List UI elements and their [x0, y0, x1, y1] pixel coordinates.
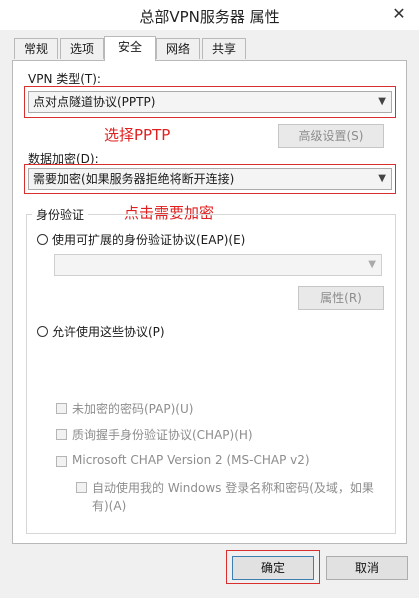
auto-windows-login-checkbox[interactable] [76, 482, 87, 493]
advanced-settings-button[interactable]: 高级设置(S) [278, 124, 384, 148]
tab-label: 网络 [165, 42, 190, 56]
eap-radio-label: 使用可扩展的身份验证协议(EAP)(E) [52, 233, 246, 247]
annotation-select-pptp: 选择PPTP [104, 126, 171, 144]
pap-checkbox[interactable] [56, 403, 67, 414]
window-title: 总部VPN服务器 属性 [139, 8, 280, 26]
tab-label: 选项 [69, 42, 94, 56]
vpn-type-value: 点对点隧道协议(PPTP) [33, 95, 156, 109]
ok-button[interactable]: 确定 [232, 556, 314, 580]
allow-protocols-radio[interactable] [37, 326, 48, 337]
authentication-group-label: 身份验证 [32, 206, 89, 223]
mschap-checkbox[interactable] [56, 456, 67, 467]
tab-networking[interactable]: 网络 [156, 38, 200, 59]
vpn-type-label: VPN 类型(T): [28, 72, 101, 86]
encryption-value: 需要加密(如果服务器拒绝将断开连接) [33, 172, 235, 186]
chevron-down-icon: ▼ [378, 96, 386, 107]
chevron-down-icon: ▼ [378, 173, 386, 184]
tab-label: 共享 [211, 42, 236, 56]
eap-radio[interactable] [37, 234, 48, 245]
encryption-select[interactable]: 需要加密(如果服务器拒绝将断开连接) ▼ [28, 168, 392, 190]
vpn-type-select[interactable]: 点对点隧道协议(PPTP) ▼ [28, 91, 392, 113]
properties-button[interactable]: 属性(R) [298, 286, 384, 310]
close-icon[interactable]: ✕ [389, 4, 409, 24]
chevron-down-icon: ▼ [368, 259, 376, 270]
tab-label: 常规 [23, 42, 48, 56]
eap-select[interactable]: ▼ [54, 254, 382, 276]
tab-sharing[interactable]: 共享 [202, 38, 246, 59]
allow-protocols-label: 允许使用这些协议(P) [52, 325, 165, 339]
auto-windows-login-label-line2: 有)(A) [92, 499, 127, 513]
tab-label: 安全 [117, 40, 142, 54]
tab-security[interactable]: 安全 [104, 36, 156, 61]
cancel-button[interactable]: 取消 [326, 556, 408, 580]
tab-options[interactable]: 选项 [60, 38, 104, 59]
chap-label: 质询握手身份验证协议(CHAP)(H) [72, 428, 253, 442]
auto-windows-login-label-line1: 自动使用我的 Windows 登录名称和密码(及域，如果 [92, 481, 374, 495]
pap-label: 未加密的密码(PAP)(U) [72, 402, 194, 416]
chap-checkbox[interactable] [56, 429, 67, 440]
tab-general[interactable]: 常规 [14, 38, 58, 59]
mschap-label: Microsoft CHAP Version 2 (MS-CHAP v2) [72, 453, 310, 467]
